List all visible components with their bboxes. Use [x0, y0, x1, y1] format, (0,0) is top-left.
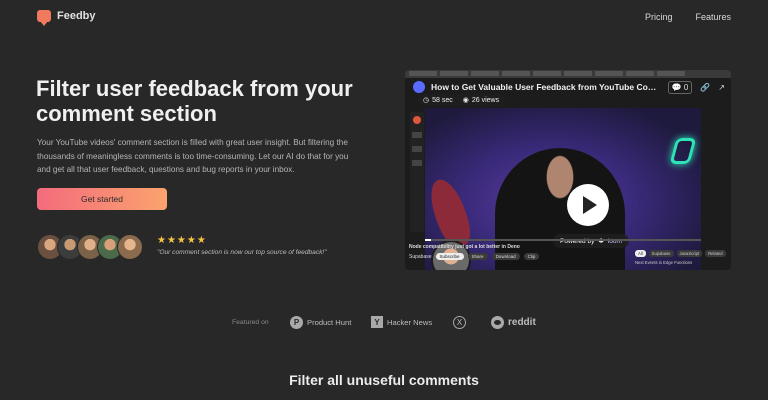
video-progress[interactable] [425, 239, 701, 241]
hero-title: Filter user feedback from your comment s… [36, 76, 353, 126]
nav-features[interactable]: Features [695, 12, 731, 22]
hacker-news-link[interactable]: Y Hacker News [371, 316, 432, 328]
progress-fill [425, 239, 431, 241]
chip-related[interactable]: Related [705, 250, 726, 257]
video-caption: Node compatibility just got a lot better… [409, 244, 520, 250]
hero-description: Your YouTube videos' comment section is … [37, 138, 349, 174]
related-video-title[interactable]: Next Events in Edge Functions [635, 260, 727, 265]
featured-on-bar: Featured on P Product Hunt Y Hacker News… [0, 314, 768, 332]
product-hunt-icon: P [290, 316, 303, 329]
chat-bubble-icon [37, 10, 51, 26]
avatar [413, 81, 425, 93]
video-duration: 58 sec [432, 96, 453, 104]
editor-sidebar [410, 112, 424, 232]
clip-button[interactable]: Clip [523, 253, 540, 260]
x-link[interactable]: X [453, 316, 466, 329]
avatar-group [37, 234, 143, 260]
video-stats: ◷ 58 sec ◉ 26 views [417, 94, 506, 106]
browser-tab-bar [405, 70, 731, 78]
product-hunt-label: Product Hunt [307, 318, 352, 327]
video-player[interactable]: How to Get Valuable User Feedback from Y… [405, 70, 731, 270]
product-hunt-link[interactable]: P Product Hunt [290, 316, 351, 329]
comment-count: 0 [683, 82, 689, 92]
hacker-news-icon: Y [371, 316, 383, 328]
video-title[interactable]: How to Get Valuable User Feedback from Y… [431, 82, 658, 92]
eye-icon: ◉ [462, 97, 469, 104]
related-panel: All Supabase JavaScript Related Next Eve… [635, 250, 727, 265]
video-views: 26 views [471, 96, 500, 104]
neon-sign-image [669, 138, 697, 164]
video-caption-area: Node compatibility just got a lot better… [409, 244, 635, 260]
channel-name[interactable]: Supabase [409, 254, 432, 260]
reddit-icon [491, 316, 504, 329]
share-button[interactable]: Share [467, 253, 488, 260]
top-nav: Pricing Features [645, 12, 731, 22]
chip-all[interactable]: All [635, 250, 646, 257]
clock-icon: ◷ [423, 97, 430, 104]
subscribe-button[interactable]: Subscribe [435, 253, 464, 260]
reddit-label: reddit [508, 317, 536, 328]
brand-name: Feedby [57, 10, 96, 22]
hacker-news-label: Hacker News [387, 317, 433, 327]
header: Feedby Pricing Features [0, 0, 768, 34]
link-icon[interactable]: 🔗 [700, 83, 710, 92]
testimonial-quote: "Our comment section is now our top sour… [157, 249, 327, 256]
featured-label: Featured on [232, 319, 269, 326]
play-button[interactable] [567, 184, 609, 226]
nav-pricing[interactable]: Pricing [645, 12, 673, 22]
video-actions: 💬 0 🔗 ↗ [667, 80, 725, 94]
star-rating: ★★★★★ [157, 235, 207, 246]
reddit-link[interactable]: reddit [491, 316, 536, 329]
external-link-icon[interactable]: ↗ [718, 83, 725, 92]
comment-icon[interactable]: 💬 0 [667, 80, 693, 94]
chip-javascript[interactable]: JavaScript [676, 250, 703, 257]
x-icon: X [453, 316, 466, 329]
avatar [117, 234, 143, 260]
chip-supabase[interactable]: Supabase [648, 250, 674, 257]
download-button[interactable]: Download [491, 253, 520, 260]
get-started-button[interactable]: Get started [37, 188, 167, 210]
logo[interactable]: Feedby [37, 10, 96, 26]
section-title: Filter all unuseful comments [289, 372, 479, 388]
